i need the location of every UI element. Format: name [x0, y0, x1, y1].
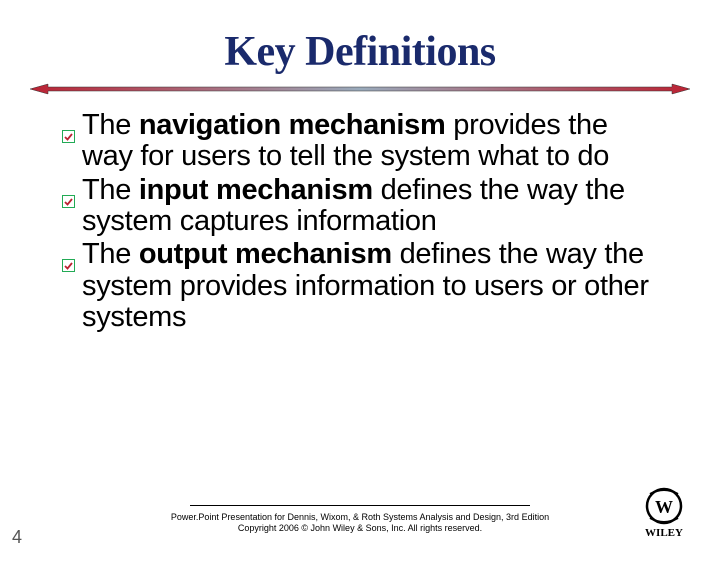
page-number: 4 [12, 527, 22, 548]
bullet-text-pre: The [82, 109, 139, 141]
bullet-text-bold: output mechanism [139, 238, 392, 270]
bullet-icon [62, 119, 75, 132]
bullet-text-bold: navigation mechanism [139, 109, 446, 141]
bullet-list: The navigation mechanism provides the wa… [82, 110, 650, 333]
bullet-text-bold: input mechanism [139, 174, 373, 206]
bullet-item: The input mechanism defines the way the … [82, 175, 650, 238]
logo-label: WILEY [645, 527, 683, 539]
bullet-item: The navigation mechanism provides the wa… [82, 110, 650, 173]
bullet-text-pre: The [82, 174, 139, 206]
bullet-icon [62, 248, 75, 261]
footer-text-line2: Copyright 2006 © John Wiley & Sons, Inc.… [90, 523, 630, 534]
wiley-logo: W WILEY [636, 484, 692, 540]
bullet-item: The output mechanism defines the way the… [82, 239, 650, 333]
bullet-icon [62, 184, 75, 197]
footer-divider [190, 505, 530, 506]
footer-text-line1: Power.Point Presentation for Dennis, Wix… [90, 512, 630, 523]
bullet-text-pre: The [82, 238, 139, 270]
slide-title: Key Definitions [0, 28, 720, 76]
title-divider [30, 82, 690, 96]
slide-footer: Power.Point Presentation for Dennis, Wix… [0, 505, 720, 534]
svg-text:W: W [655, 497, 673, 517]
